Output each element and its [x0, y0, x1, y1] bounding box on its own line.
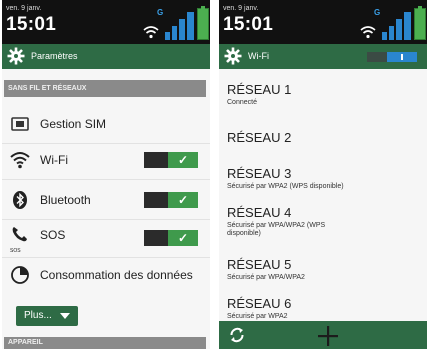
- network-status: Sécurisé par WPA2 (WPS disponible): [227, 183, 344, 190]
- check-icon: ✓: [168, 192, 198, 208]
- chevron-down-icon: [60, 313, 70, 319]
- network-name: RÉSEAU 6: [227, 296, 292, 311]
- more-button[interactable]: Plus...: [16, 306, 78, 326]
- network-status: Sécurisé par WPA/WPA2: [227, 274, 305, 281]
- sim-card-icon: [11, 117, 29, 131]
- settings-screen: ven. 9 janv. 15:01 G Paramètres SANS FIL…: [2, 0, 210, 349]
- wifi-screen: ven. 9 janv. 15:01 G Wi-Fi RÉSEAU 1 Conn…: [219, 0, 427, 349]
- network-type-label: G: [374, 8, 381, 17]
- section-header-wireless: SANS FIL ET RÉSEAUX: [4, 80, 206, 97]
- data-usage-icon: [11, 266, 29, 284]
- status-date: ven. 9 janv.: [6, 5, 42, 12]
- network-name: RÉSEAU 2: [227, 130, 292, 145]
- settings-item-bluetooth[interactable]: Bluetooth ✓: [2, 180, 210, 220]
- signal-strength-icon: [382, 12, 411, 40]
- settings-header: Paramètres: [2, 44, 210, 69]
- toggle-knob: [387, 52, 417, 62]
- status-bar: ven. 9 janv. 15:01 G: [219, 0, 427, 44]
- bluetooth-icon: [13, 191, 27, 209]
- signal-strength-icon: [165, 12, 194, 40]
- network-name: RÉSEAU 5: [227, 257, 292, 272]
- settings-item-label: Bluetooth: [40, 193, 91, 207]
- status-date: ven. 9 janv.: [223, 5, 259, 12]
- battery-icon: [197, 6, 209, 40]
- settings-item-sos[interactable]: SOS SOS ✓: [2, 218, 210, 258]
- page-title: Wi-Fi: [248, 51, 269, 61]
- page-title: Paramètres: [31, 51, 78, 61]
- wifi-toggle[interactable]: ✓: [144, 152, 198, 168]
- bluetooth-toggle[interactable]: ✓: [144, 192, 198, 208]
- network-item[interactable]: RÉSEAU 4 Sécurisé par WPA/WPA2 (WPS disp…: [227, 205, 422, 238]
- battery-icon: [414, 6, 426, 40]
- status-time: 15:01: [223, 14, 274, 35]
- wifi-status-icon: [360, 26, 376, 39]
- wifi-master-toggle[interactable]: [367, 52, 417, 62]
- network-name: RÉSEAU 4: [227, 205, 292, 220]
- check-icon: ✓: [168, 152, 198, 168]
- wifi-header: Wi-Fi: [219, 44, 427, 69]
- wifi-status-icon: [143, 26, 159, 39]
- settings-item-label: Consommation des données: [40, 268, 193, 282]
- network-item[interactable]: RÉSEAU 1 Connecté: [227, 82, 422, 107]
- network-item[interactable]: RÉSEAU 6 Sécurisé par WPA2: [227, 296, 422, 321]
- sos-phone-icon: [12, 227, 27, 242]
- settings-item-label: Wi-Fi: [40, 153, 68, 167]
- settings-item-data-usage[interactable]: Consommation des données: [2, 255, 210, 295]
- gear-icon: [224, 47, 242, 65]
- network-status: Sécurisé par WPA2: [227, 313, 288, 320]
- wifi-icon: [10, 152, 30, 169]
- status-time: 15:01: [6, 14, 57, 35]
- settings-item-label: Gestion SIM: [40, 117, 107, 131]
- check-icon: ✓: [168, 230, 198, 246]
- network-name: RÉSEAU 3: [227, 166, 292, 181]
- add-icon[interactable]: [317, 325, 339, 347]
- section-header-device: APPAREIL: [4, 337, 206, 349]
- network-item[interactable]: RÉSEAU 3 Sécurisé par WPA2 (WPS disponib…: [227, 166, 422, 191]
- settings-item-wifi[interactable]: Wi-Fi ✓: [2, 140, 210, 180]
- more-button-label: Plus...: [24, 310, 52, 321]
- settings-item-label: SOS: [40, 228, 66, 242]
- refresh-icon[interactable]: [229, 327, 245, 343]
- settings-item-sim[interactable]: Gestion SIM: [2, 104, 210, 144]
- bottom-action-bar: [219, 321, 427, 349]
- sos-toggle[interactable]: ✓: [144, 230, 198, 246]
- network-item[interactable]: RÉSEAU 5 Sécurisé par WPA/WPA2: [227, 257, 422, 282]
- network-type-label: G: [157, 8, 164, 17]
- sos-sublabel: SOS: [10, 248, 21, 254]
- network-item[interactable]: RÉSEAU 2: [227, 130, 422, 147]
- gear-icon: [7, 47, 25, 65]
- network-status: Sécurisé par WPA/WPA2 (WPS disponible): [227, 222, 326, 237]
- network-status: Connecté: [227, 99, 257, 106]
- network-name: RÉSEAU 1: [227, 82, 292, 97]
- status-bar: ven. 9 janv. 15:01 G: [2, 0, 210, 44]
